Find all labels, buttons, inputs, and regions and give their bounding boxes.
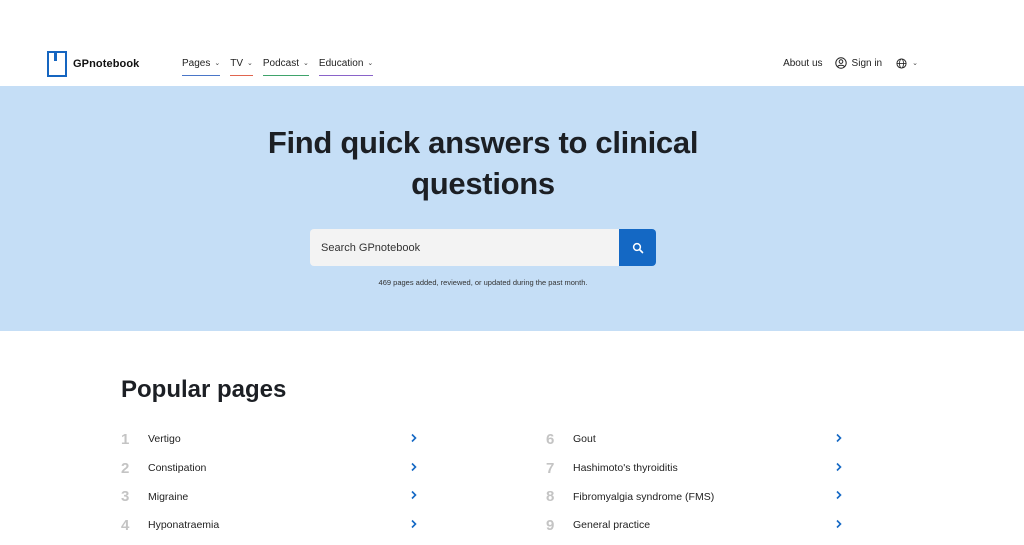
page-link[interactable]: Gout xyxy=(573,433,596,445)
chevron-right-icon xyxy=(836,491,842,500)
page-link[interactable]: General practice xyxy=(573,519,650,531)
chevron-right-icon xyxy=(836,519,842,529)
nav-item-education[interactable]: Education ⌄ xyxy=(318,56,374,76)
nav-item-label: TV xyxy=(230,57,244,69)
chevron-down-icon: ⌄ xyxy=(247,60,253,67)
update-note: 469 pages added, reviewed, or updated du… xyxy=(378,278,588,287)
chevron-right-icon xyxy=(411,519,417,529)
rank-number: 2 xyxy=(121,459,130,477)
search-bar xyxy=(310,229,656,266)
list-item[interactable]: 2 Constipation xyxy=(121,454,418,483)
search-input[interactable] xyxy=(310,229,619,266)
nav-item-pages[interactable]: Pages ⌄ xyxy=(182,56,221,76)
nav-item-label: Pages xyxy=(182,57,211,69)
nav-item-tv[interactable]: TV ⌄ xyxy=(230,56,253,76)
list-item[interactable]: 4 Hyponatraemia xyxy=(121,511,418,540)
nav-item-podcast[interactable]: Podcast ⌄ xyxy=(262,56,309,76)
list-item[interactable]: 3 Migraine xyxy=(121,482,418,511)
globe-icon xyxy=(896,57,907,69)
page-link[interactable]: Migraine xyxy=(148,491,188,503)
list-item[interactable]: 1 Vertigo xyxy=(121,425,418,454)
rank-number: 4 xyxy=(121,516,130,534)
chevron-right-icon xyxy=(836,462,842,471)
chevron-down-icon: ⌄ xyxy=(912,60,918,67)
site-header: GPnotebook Pages ⌄ TV ⌄ Podcast ⌄ Educat… xyxy=(0,0,1024,86)
list-item[interactable]: 9 General practice xyxy=(546,511,843,540)
nav-item-label: Podcast xyxy=(262,57,300,69)
popular-pages-heading: Popular pages xyxy=(121,376,287,403)
about-us-link[interactable]: About us xyxy=(783,58,822,69)
popular-list-right: 6 Gout 7 Hashimoto's thyroiditis 8 Fibro… xyxy=(546,425,843,540)
page-link[interactable]: Vertigo xyxy=(148,433,181,445)
page-link[interactable]: Hashimoto's thyroiditis xyxy=(573,462,678,474)
rank-number: 1 xyxy=(121,430,130,448)
list-item[interactable]: 6 Gout xyxy=(546,425,843,454)
rank-number: 7 xyxy=(546,459,555,477)
page-link[interactable]: Hyponatraemia xyxy=(148,519,219,531)
chevron-down-icon: ⌄ xyxy=(367,60,374,67)
header-actions: About us Sign in ⌄ xyxy=(783,57,918,69)
notebook-icon xyxy=(47,51,67,77)
chevron-right-icon xyxy=(411,491,417,500)
sign-in-label: Sign in xyxy=(851,57,883,69)
page-link[interactable]: Constipation xyxy=(148,462,206,474)
logo[interactable]: GPnotebook xyxy=(47,51,139,77)
hero-section: Find quick answers to clinical questions… xyxy=(0,86,1024,331)
hero-title: Find quick answers to clinical questions xyxy=(0,122,966,204)
chevron-right-icon xyxy=(411,433,417,443)
page-link[interactable]: Fibromyalgia syndrome (FMS) xyxy=(573,491,714,503)
nav-item-label: Education xyxy=(318,57,364,69)
hero-title-line: questions xyxy=(411,166,555,201)
rank-number: 9 xyxy=(546,516,555,534)
list-item[interactable]: 8 Fibromyalgia syndrome (FMS) xyxy=(546,482,843,511)
sign-in-button[interactable]: Sign in xyxy=(834,57,883,69)
language-selector[interactable]: ⌄ xyxy=(896,57,918,69)
chevron-down-icon: ⌄ xyxy=(214,60,221,67)
main-nav: Pages ⌄ TV ⌄ Podcast ⌄ Education ⌄ xyxy=(182,56,383,76)
search-icon xyxy=(632,242,643,253)
chevron-right-icon xyxy=(836,433,842,443)
logo-text: GPnotebook xyxy=(73,58,140,70)
hero-title-line: Find quick answers to clinical xyxy=(267,125,699,160)
user-icon xyxy=(834,57,847,69)
rank-number: 6 xyxy=(546,430,555,448)
rank-number: 8 xyxy=(546,488,555,506)
list-item[interactable]: 7 Hashimoto's thyroiditis xyxy=(546,454,843,483)
rank-number: 3 xyxy=(121,488,130,506)
popular-list-left: 1 Vertigo 2 Constipation 3 Migraine 4 Hy… xyxy=(121,425,418,540)
chevron-right-icon xyxy=(411,462,417,471)
chevron-down-icon: ⌄ xyxy=(303,60,309,67)
search-button[interactable] xyxy=(619,229,656,266)
